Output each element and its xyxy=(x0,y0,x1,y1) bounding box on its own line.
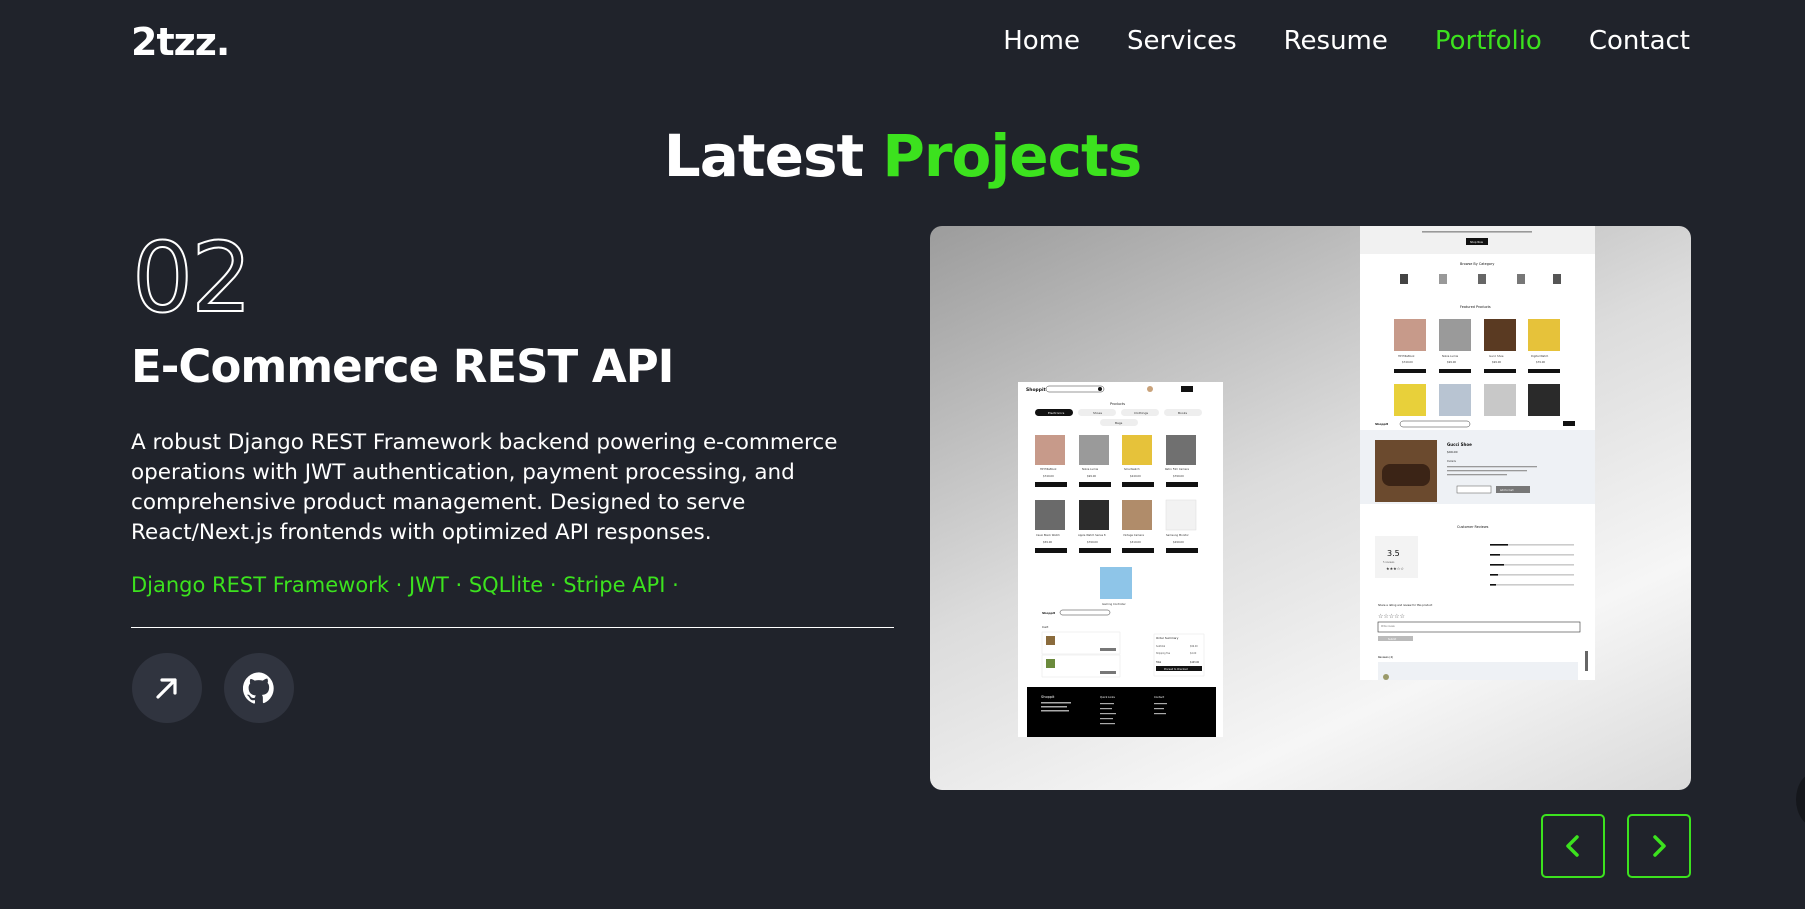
svg-text:Total: Total xyxy=(1156,661,1161,664)
svg-text:Digital Watch: Digital Watch xyxy=(1531,354,1549,358)
svg-text:Order Summary: Order Summary xyxy=(1156,636,1179,640)
site-logo[interactable]: 2tzz. xyxy=(131,20,230,64)
section-title: Latest Projects xyxy=(0,122,1805,190)
svg-text:$799.00: $799.00 xyxy=(1087,540,1098,544)
svg-text:Shoes: Shoes xyxy=(1093,411,1102,415)
svg-text:$4.00: $4.00 xyxy=(1190,652,1197,655)
project-title: E-Commerce REST API xyxy=(131,340,674,393)
svg-text:Details: Details xyxy=(1447,459,1457,463)
arrow-up-right-icon xyxy=(156,678,177,699)
right-page: Shop Now Browse By Category Featured Pro… xyxy=(1360,226,1595,680)
svg-text:Smartwatch: Smartwatch xyxy=(1124,467,1140,471)
svg-text:Featured Products: Featured Products xyxy=(1460,305,1491,309)
main-nav: Home Services Resume Portfolio Contact xyxy=(1003,26,1690,56)
chevron-right-icon xyxy=(1653,835,1666,857)
svg-text:Gucci Shoe: Gucci Shoe xyxy=(1447,442,1472,447)
svg-text:$99.00: $99.00 xyxy=(1447,450,1458,454)
project-number: 02 xyxy=(131,221,253,335)
nav-resume[interactable]: Resume xyxy=(1284,26,1388,56)
svg-text:Proceed to Checkout: Proceed to Checkout xyxy=(1164,668,1188,671)
nav-home[interactable]: Home xyxy=(1003,26,1080,56)
svg-text:Shop Now: Shop Now xyxy=(1470,240,1484,244)
svg-text:Casio Black Watch: Casio Black Watch xyxy=(1036,533,1060,537)
svg-text:Samsung Monitor: Samsung Monitor xyxy=(1166,533,1190,537)
nav-services[interactable]: Services xyxy=(1127,26,1237,56)
left-section: Products xyxy=(1110,402,1125,406)
svg-text:Write review: Write review xyxy=(1381,625,1395,628)
svg-text:HP EliteBook: HP EliteBook xyxy=(1398,354,1415,358)
svg-text:$299.00: $299.00 xyxy=(1173,540,1184,544)
svg-text:$99.00: $99.00 xyxy=(1087,474,1096,478)
svg-text:$99.00: $99.00 xyxy=(1447,360,1456,364)
nav-portfolio[interactable]: Portfolio xyxy=(1435,26,1542,56)
svg-text:Add to Cart: Add to Cart xyxy=(1500,489,1514,492)
svg-text:Customer Reviews: Customer Reviews xyxy=(1457,525,1489,529)
left-footer: Shoppit Quick Links Contact xyxy=(1027,687,1216,737)
section-title-main: Latest xyxy=(663,122,864,190)
section-title-accent: Projects xyxy=(882,122,1142,190)
svg-text:$319.00: $319.00 xyxy=(1130,540,1141,544)
svg-text:Browse By Category: Browse By Category xyxy=(1460,262,1494,266)
divider xyxy=(131,627,894,628)
svg-text:$99.00: $99.00 xyxy=(1190,645,1198,648)
svg-text:Subtotal: Subtotal xyxy=(1156,645,1166,648)
svg-text:Quick Links: Quick Links xyxy=(1100,695,1115,699)
svg-text:Electronics: Electronics xyxy=(1048,411,1065,415)
svg-text:$749.00: $749.00 xyxy=(1402,360,1413,364)
svg-text:$249.00: $249.00 xyxy=(1130,474,1141,478)
svg-text:Shoppit: Shoppit xyxy=(1375,422,1389,426)
project-description: A robust Django REST Framework backend p… xyxy=(131,430,838,545)
svg-text:☆☆☆☆☆: ☆☆☆☆☆ xyxy=(1378,613,1405,620)
left-page: Shoppit Products Electronics Shoes Cloth… xyxy=(1018,382,1223,737)
svg-text:$749.00: $749.00 xyxy=(1043,474,1054,478)
live-demo-button[interactable] xyxy=(132,653,202,723)
svg-text:Contact: Contact xyxy=(1154,695,1164,699)
svg-text:3.5: 3.5 xyxy=(1387,549,1400,558)
prev-project-button[interactable] xyxy=(1541,814,1605,878)
chevron-left-icon xyxy=(1566,835,1579,857)
svg-text:Reviews (4): Reviews (4) xyxy=(1378,655,1393,659)
svg-text:Clothings: Clothings xyxy=(1134,411,1148,415)
svg-text:$103.00: $103.00 xyxy=(1190,661,1200,664)
project-screenshot: Shoppit Products Electronics Shoes Cloth… xyxy=(930,226,1691,790)
svg-text:★★★☆☆: ★★★☆☆ xyxy=(1386,566,1404,571)
svg-text:$799.00: $799.00 xyxy=(1173,474,1184,478)
svg-text:Vintage Camera: Vintage Camera xyxy=(1123,533,1144,537)
svg-text:HP EliteBook: HP EliteBook xyxy=(1040,467,1057,471)
nav-contact[interactable]: Contact xyxy=(1589,26,1690,56)
svg-text:Bags: Bags xyxy=(1115,421,1123,425)
svg-text:Nokia Lumia: Nokia Lumia xyxy=(1442,354,1458,358)
svg-text:Cart: Cart xyxy=(1042,625,1049,629)
svg-text:Books: Books xyxy=(1178,411,1187,415)
svg-text:Share a rating and review for: Share a rating and review for this produ… xyxy=(1378,603,1432,607)
github-icon xyxy=(243,672,274,704)
github-button[interactable] xyxy=(224,653,294,723)
svg-text:Shoppit: Shoppit xyxy=(1042,611,1056,615)
svg-text:Gaming Controller: Gaming Controller xyxy=(1102,602,1127,606)
next-project-button[interactable] xyxy=(1627,814,1691,878)
scroll-edge-widget[interactable] xyxy=(1796,772,1805,827)
svg-text:$99.00: $99.00 xyxy=(1492,360,1501,364)
svg-text:Shoppit: Shoppit xyxy=(1041,695,1055,699)
project-tech-stack: Django REST Framework · JWT · SQLlite · … xyxy=(131,573,679,597)
svg-text:$59.00: $59.00 xyxy=(1043,540,1052,544)
screenshot-mockup: Shoppit Products Electronics Shoes Cloth… xyxy=(1018,226,1595,737)
svg-text:$79.00: $79.00 xyxy=(1536,360,1545,364)
svg-text:Nokia Lumia: Nokia Lumia xyxy=(1082,467,1098,471)
svg-text:Apple Watch Series 8: Apple Watch Series 8 xyxy=(1078,533,1106,537)
svg-text:Retro Film Camera: Retro Film Camera xyxy=(1165,467,1189,471)
svg-text:Shipping Fee: Shipping Fee xyxy=(1156,652,1171,655)
svg-text:5 reviews: 5 reviews xyxy=(1383,561,1395,564)
left-brand: Shoppit xyxy=(1026,387,1047,393)
svg-text:Submit: Submit xyxy=(1388,638,1396,641)
svg-text:Gucci Shoe: Gucci Shoe xyxy=(1489,354,1504,358)
